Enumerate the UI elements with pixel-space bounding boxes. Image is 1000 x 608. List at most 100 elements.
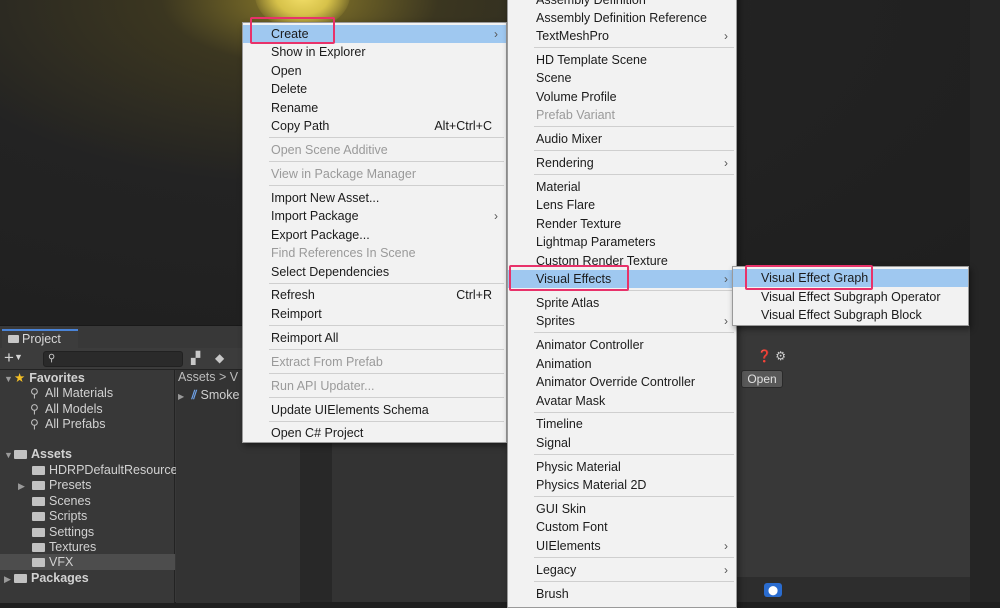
tree-favorites[interactable]: ▼★ Favorites (0, 370, 175, 386)
menu-item-open-csharp-project[interactable]: Open C# Project (243, 424, 506, 442)
tree-folder-presets[interactable]: ▶ Presets (0, 477, 175, 493)
open-button[interactable]: Open (741, 370, 783, 388)
middle-panel-inner (332, 440, 507, 602)
tree-item-label: All Prefabs (45, 417, 106, 431)
menu-item-audio-mixer[interactable]: Audio Mixer (508, 130, 736, 148)
folder-icon (14, 574, 27, 583)
annotation-highlight-create (250, 17, 335, 44)
filter-by-label-icon[interactable]: ◆ (215, 351, 224, 365)
menu-item-import-package[interactable]: Import Package › (243, 207, 506, 225)
tree-folder-scripts[interactable]: Scripts (0, 508, 175, 524)
menu-item-animator-override-controller[interactable]: Animator Override Controller (508, 373, 736, 391)
tree-item-label: Presets (49, 478, 92, 492)
inspector-panel (733, 325, 970, 602)
menu-item-run-api-updater: Run API Updater... (271, 379, 375, 393)
create-submenu: Assembly Definition Assembly Definition … (507, 0, 737, 608)
breadcrumb[interactable]: Assets > V (178, 370, 238, 386)
menu-item-gui-skin[interactable]: GUI Skin (508, 500, 736, 518)
tree-folder-hdrp[interactable]: HDRPDefaultResources (0, 462, 184, 478)
gear-icon[interactable]: ⚙ (775, 349, 786, 363)
menu-separator (534, 454, 734, 455)
chevron-right-icon: › (724, 29, 728, 43)
filter-by-type-icon[interactable]: ▞ (191, 351, 200, 365)
menu-item-prefab-variant: Prefab Variant (536, 108, 615, 122)
menu-item-lens-flare[interactable]: Lens Flare (508, 196, 736, 214)
menu-item-textmeshpro[interactable]: TextMeshPro › (508, 27, 736, 45)
menu-separator (269, 325, 504, 326)
search-icon: ⚲ (30, 402, 39, 416)
menu-item-visual-effect-subgraph-operator[interactable]: Visual Effect Subgraph Operator (733, 288, 968, 306)
expand-icon[interactable]: ▶ (18, 478, 28, 494)
menu-item-animator-controller[interactable]: Animator Controller (508, 336, 736, 354)
chevron-right-icon: › (494, 209, 498, 223)
tree-assets[interactable]: ▼ Assets (0, 446, 175, 462)
tree-item-label: Scenes (49, 494, 91, 508)
search-icon: ⚲ (48, 353, 56, 364)
menu-item-custom-font[interactable]: Custom Font (508, 518, 736, 536)
menu-item-volume-profile[interactable]: Volume Profile (508, 88, 736, 106)
tree-item-all-prefabs[interactable]: ⚲ All Prefabs (0, 416, 175, 432)
menu-item-material[interactable]: Material (508, 178, 736, 196)
menu-item-timeline[interactable]: Timeline (508, 415, 736, 433)
menu-item-render-texture[interactable]: Render Texture (508, 215, 736, 233)
menu-item-scene[interactable]: Scene (508, 69, 736, 87)
menu-separator (534, 47, 734, 48)
menu-separator (269, 373, 504, 374)
tree-item-all-models[interactable]: ⚲ All Models (0, 401, 175, 417)
menu-item-select-dependencies[interactable]: Select Dependencies (243, 263, 506, 281)
menu-item-assembly-definition[interactable]: Assembly Definition (508, 0, 736, 9)
search-input[interactable]: ⚲ (43, 351, 183, 367)
tree-folder-vfx[interactable]: VFX (0, 554, 175, 570)
menu-item-rename[interactable]: Rename (243, 99, 506, 117)
tab-project[interactable]: Project (2, 329, 78, 349)
tree-folder-textures[interactable]: Textures (0, 539, 175, 555)
menu-item-open-scene-additive: Open Scene Additive (271, 143, 388, 157)
menu-item-export-package[interactable]: Export Package... (243, 226, 506, 244)
menu-item-open[interactable]: Open (243, 62, 506, 80)
menu-separator (269, 397, 504, 398)
menu-item-reimport[interactable]: Reimport (243, 305, 506, 323)
asset-item-smoke[interactable]: ▶ ⫽ Smoke (178, 388, 239, 403)
menu-item-physics-material-2d[interactable]: Physics Material 2D (508, 476, 736, 494)
menu-item-visual-effect-subgraph-block[interactable]: Visual Effect Subgraph Block (733, 306, 968, 324)
tree-item-label: HDRPDefaultResources (49, 463, 184, 477)
expand-icon[interactable]: ▶ (178, 392, 188, 401)
menu-item-refresh[interactable]: Refresh Ctrl+R (243, 286, 506, 304)
menu-item-avatar-mask[interactable]: Avatar Mask (508, 392, 736, 410)
menu-item-sprites[interactable]: Sprites › (508, 312, 736, 330)
menu-item-reimport-all[interactable]: Reimport All (243, 329, 506, 347)
menu-item-brush[interactable]: Brush (508, 585, 736, 603)
tree-item-label: VFX (49, 555, 74, 569)
asset-label-icon[interactable]: ⬤ (764, 583, 782, 597)
tree-item-label: All Models (45, 402, 103, 416)
tree-folder-scenes[interactable]: Scenes (0, 493, 175, 509)
menu-item-copy-path[interactable]: Copy Path Alt+Ctrl+C (243, 117, 506, 135)
tree-item-all-materials[interactable]: ⚲ All Materials (0, 385, 175, 401)
menu-item-signal[interactable]: Signal (508, 434, 736, 452)
menu-item-import-new-asset[interactable]: Import New Asset... (243, 189, 506, 207)
menu-item-sprite-atlas[interactable]: Sprite Atlas (508, 294, 736, 312)
menu-item-animation[interactable]: Animation (508, 355, 736, 373)
tree-folder-settings[interactable]: Settings (0, 524, 175, 540)
menu-item-update-uielements-schema[interactable]: Update UIElements Schema (243, 401, 506, 419)
annotation-highlight-visual-effects (509, 265, 629, 291)
add-asset-button[interactable]: +▼ (4, 348, 23, 368)
menu-item-rendering[interactable]: Rendering › (508, 154, 736, 172)
menu-item-hd-template-scene[interactable]: HD Template Scene (508, 51, 736, 69)
menu-item-show-in-explorer[interactable]: Show in Explorer (243, 43, 506, 61)
menu-item-uielements[interactable]: UIElements › (508, 537, 736, 555)
favorites-label: Favorites (29, 371, 85, 385)
collapse-icon[interactable]: ▼ (4, 447, 14, 463)
help-icon[interactable]: ❓ (757, 349, 772, 363)
tree-item-label: Settings (49, 525, 95, 539)
menu-separator (269, 349, 504, 350)
menu-item-legacy[interactable]: Legacy › (508, 561, 736, 579)
menu-item-lightmap-parameters[interactable]: Lightmap Parameters (508, 233, 736, 251)
expand-icon[interactable]: ▶ (4, 571, 14, 587)
tree-packages[interactable]: ▶ Packages (0, 570, 175, 586)
menu-separator (534, 332, 734, 333)
menu-item-physic-material[interactable]: Physic Material (508, 458, 736, 476)
menu-item-assembly-definition-reference[interactable]: Assembly Definition Reference (508, 9, 736, 27)
folder-icon (32, 543, 45, 552)
menu-item-delete[interactable]: Delete (243, 80, 506, 98)
